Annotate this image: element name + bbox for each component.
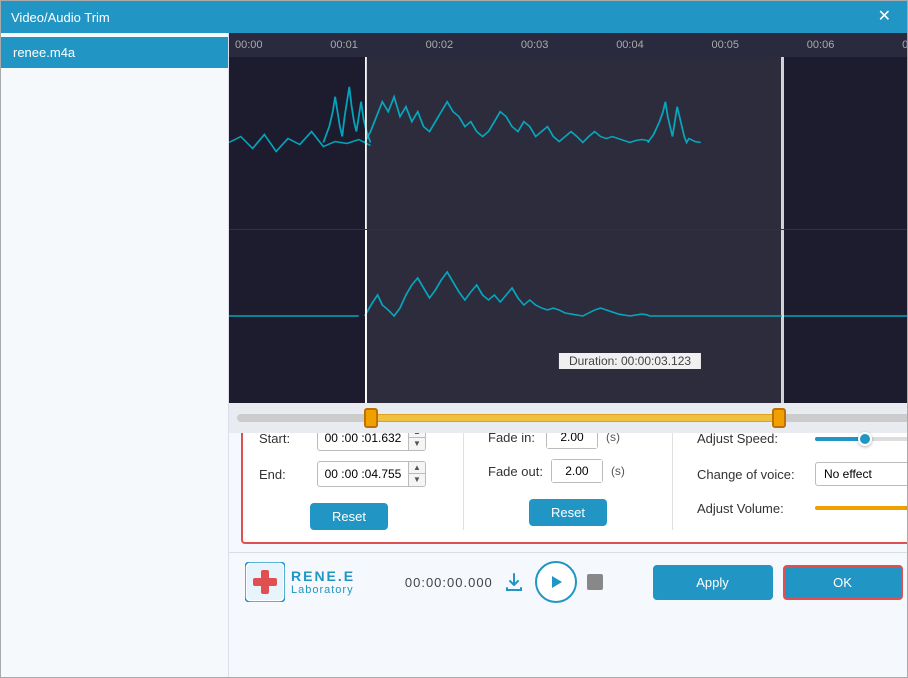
voice-select[interactable]: No effect Male Female Robot — [815, 462, 907, 486]
waveform-svg-bottom — [229, 230, 907, 403]
volume-row: Adjust Volume: % — [697, 496, 907, 520]
speed-slider[interactable] — [815, 437, 907, 441]
waveform-area — [229, 57, 907, 403]
sidebar-file-label: renee.m4a — [13, 45, 75, 60]
apply-button[interactable]: Apply — [653, 565, 773, 600]
waveform-svg-top — [229, 57, 907, 229]
close-button[interactable]: ✕ — [872, 7, 897, 27]
end-label: End: — [259, 467, 309, 482]
waveform-container: 00:00 00:01 00:02 00:03 00:04 00:05 00:0… — [229, 33, 907, 403]
play-button[interactable] — [535, 561, 577, 603]
track-bottom — [229, 230, 907, 403]
fade-out-input-group[interactable] — [551, 459, 603, 483]
reset-button-2[interactable]: Reset — [529, 499, 607, 526]
voice-row: Change of voice: No effect Male Female R… — [697, 462, 907, 486]
duration-value: 00:00:03.123 — [621, 354, 691, 368]
window-title: Video/Audio Trim — [11, 10, 110, 25]
divider-2 — [672, 425, 673, 530]
mark-1: 00:01 — [330, 39, 358, 51]
right-trim-line-bottom — [782, 230, 784, 403]
track-top — [229, 57, 907, 230]
ruler-marks: 00:00 00:01 00:02 00:03 00:04 00:05 00:0… — [233, 39, 907, 51]
end-input-group[interactable]: ▲ ▼ — [317, 461, 426, 487]
voice-label: Change of voice: — [697, 467, 807, 482]
right-col: Adjust Speed: 1.00 X — [697, 425, 907, 530]
reset-button-1[interactable]: Reset — [310, 503, 388, 530]
volume-fill — [815, 506, 907, 510]
mark-6: 00:06 — [807, 39, 835, 51]
mark-3: 00:03 — [521, 39, 549, 51]
end-row: End: ▲ ▼ — [259, 461, 439, 487]
fade-out-input[interactable] — [552, 460, 602, 482]
logo-text: RENE.E Laboratory — [291, 568, 355, 596]
trim-handle-right[interactable] — [772, 408, 786, 428]
time-display: 00:00:00.000 — [405, 575, 493, 590]
mark-7: 00:07 — [902, 39, 907, 51]
titlebar: Video/Audio Trim ✕ — [1, 1, 907, 33]
fade-out-label: Fade out: — [488, 464, 543, 479]
sidebar: renee.m4a — [1, 33, 229, 677]
speed-thumb[interactable] — [858, 432, 872, 446]
end-down-arrow[interactable]: ▼ — [409, 474, 425, 486]
mark-2: 00:02 — [426, 39, 454, 51]
volume-slider[interactable] — [815, 506, 907, 510]
sidebar-item-file[interactable]: renee.m4a — [1, 37, 228, 68]
trim-selection — [371, 414, 780, 422]
fade-out-unit: (s) — [611, 464, 625, 478]
trim-handle-left[interactable] — [364, 408, 378, 428]
main-area: renee.m4a 00:00 00:01 00:02 00:03 00:04 … — [1, 33, 907, 677]
start-down-arrow[interactable]: ▼ — [409, 438, 425, 450]
right-trim-line-top — [782, 57, 784, 229]
main-window: Video/Audio Trim ✕ renee.m4a 00:00 00:01… — [0, 0, 908, 678]
duration-display: Duration: 00:00:03.123 — [559, 353, 701, 369]
volume-label: Adjust Volume: — [697, 501, 807, 516]
logo-area: RENE.E Laboratory — [245, 562, 355, 602]
left-trim-line-top — [365, 57, 367, 229]
end-input[interactable] — [318, 463, 408, 485]
export-icon — [503, 571, 525, 593]
duration-label-text: Duration: — [569, 354, 618, 368]
fade-col: Fade in: (s) Fade out: (s) — [488, 425, 648, 530]
speed-label: Adjust Speed: — [697, 431, 807, 446]
trim-track — [237, 414, 907, 422]
footer-buttons: Apply OK Cancel — [653, 565, 907, 600]
stop-button[interactable] — [587, 574, 603, 590]
ok-button[interactable]: OK — [783, 565, 903, 600]
left-trim-line-bottom — [365, 230, 367, 403]
timeline-ruler: 00:00 00:01 00:02 00:03 00:04 00:05 00:0… — [229, 33, 907, 57]
content-area: 00:00 00:01 00:02 00:03 00:04 00:05 00:0… — [229, 33, 907, 677]
logo-icon — [245, 562, 285, 602]
start-end-col: Start: ▲ ▼ End: — [259, 425, 439, 530]
end-arrows: ▲ ▼ — [408, 462, 425, 486]
divider-1 — [463, 425, 464, 530]
play-icon — [548, 574, 564, 590]
mark-5: 00:05 — [711, 39, 739, 51]
fade-out-row: Fade out: (s) — [488, 459, 648, 483]
end-up-arrow[interactable]: ▲ — [409, 462, 425, 474]
playback-controls: 00:00:00.000 — [405, 561, 603, 603]
mark-0: 00:00 — [235, 39, 263, 51]
voice-select-wrapper[interactable]: No effect Male Female Robot ▼ — [815, 462, 907, 486]
logo-rene: RENE.E — [291, 568, 355, 584]
mark-4: 00:04 — [616, 39, 644, 51]
trim-bar[interactable] — [229, 403, 907, 433]
export-button[interactable] — [503, 571, 525, 593]
bottom-bar: RENE.E Laboratory 00:00:00.000 — [229, 552, 907, 611]
logo-lab: Laboratory — [291, 584, 355, 596]
